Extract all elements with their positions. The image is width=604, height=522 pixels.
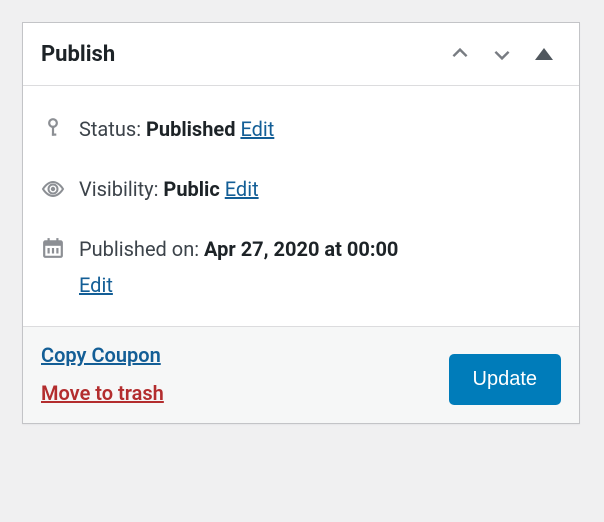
published-label: Published on:	[79, 237, 199, 261]
toggle-panel-icon[interactable]	[527, 37, 561, 71]
status-edit-link[interactable]: Edit	[240, 117, 274, 141]
move-down-icon[interactable]	[485, 37, 519, 71]
key-icon	[41, 117, 65, 139]
published-text: Published on: Apr 27, 2020 at 00:00 Edit	[79, 234, 561, 300]
visibility-text: Visibility: Public Edit	[79, 174, 561, 204]
panel-title: Publish	[41, 42, 443, 67]
panel-header: Publish	[23, 23, 579, 86]
move-up-icon[interactable]	[443, 37, 477, 71]
calendar-icon	[41, 237, 65, 259]
panel-footer: Copy Coupon Move to trash Update	[23, 326, 579, 423]
status-label: Status:	[79, 117, 141, 141]
status-value: Published	[146, 117, 235, 141]
panel-body: Status: Published Edit Visibility: Publi…	[23, 86, 579, 326]
published-value: Apr 27, 2020 at 00:00	[204, 237, 398, 261]
publish-panel: Publish Status: Publ	[22, 22, 580, 424]
visibility-row: Visibility: Public Edit	[41, 174, 561, 204]
published-edit-link[interactable]: Edit	[79, 270, 561, 300]
visibility-edit-link[interactable]: Edit	[225, 177, 259, 201]
status-row: Status: Published Edit	[41, 114, 561, 144]
visibility-value: Public	[163, 177, 219, 201]
status-text: Status: Published Edit	[79, 114, 561, 144]
panel-controls	[443, 37, 561, 71]
update-button[interactable]: Update	[449, 354, 562, 405]
visibility-label: Visibility:	[79, 177, 158, 201]
published-row: Published on: Apr 27, 2020 at 00:00 Edit	[41, 234, 561, 300]
eye-icon	[41, 177, 65, 201]
